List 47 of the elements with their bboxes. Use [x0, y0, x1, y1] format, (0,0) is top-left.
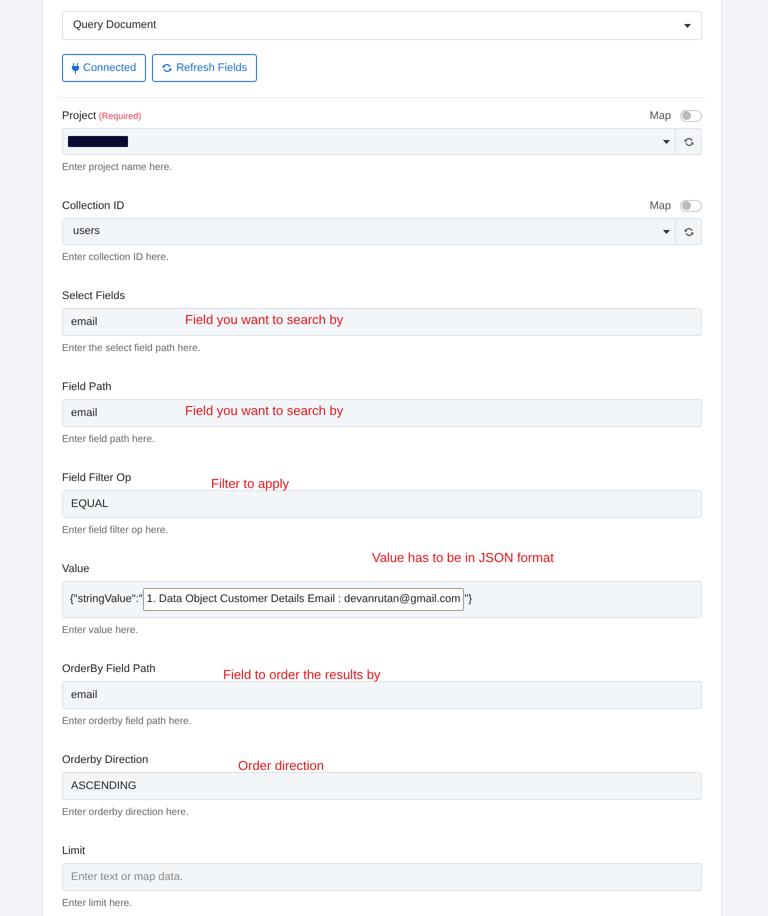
- help-text: Enter project name here.: [62, 161, 174, 175]
- annotation-text: Order direction: [238, 757, 324, 775]
- annotation-text: Filter to apply: [211, 475, 290, 493]
- text-field[interactable]: email: [62, 681, 702, 709]
- refresh-icon: [162, 63, 172, 73]
- refresh-icon: [684, 226, 694, 236]
- field-label: Select Fields: [62, 288, 125, 304]
- help-text: Enter the select field path here.: [62, 342, 202, 356]
- plug-icon: [72, 62, 79, 74]
- refresh-button[interactable]: [676, 218, 702, 245]
- text-field[interactable]: ASCENDING: [62, 772, 702, 800]
- annotation-text: Field you want to search by: [185, 311, 344, 329]
- map-label: Map: [650, 108, 671, 124]
- action-event-select[interactable]: Query Document: [62, 11, 702, 40]
- field-label: OrderBy Field Path: [62, 662, 156, 676]
- help-text: Enter orderby field path here.: [62, 715, 193, 729]
- map-toggle[interactable]: [680, 110, 702, 122]
- field-label: Orderby Direction: [62, 752, 148, 768]
- field-label: Collection ID: [62, 198, 124, 214]
- annotation-text: Field you want to search by: [185, 402, 344, 420]
- caret-icon: [684, 24, 691, 28]
- help-text: Enter collection ID here.: [62, 251, 170, 265]
- field-label: Field Path: [62, 380, 112, 394]
- help-text: Enter limit here.: [62, 897, 134, 911]
- help-text: Enter orderby direction here.: [62, 806, 190, 820]
- refresh-icon: [684, 136, 694, 146]
- help-text: Enter field filter op here.: [62, 524, 170, 538]
- map-toggle[interactable]: [680, 200, 702, 212]
- help-text: Enter value here.: [62, 624, 140, 638]
- caret-icon: [663, 230, 670, 234]
- field-label: Limit: [62, 844, 86, 858]
- map-label: Map: [650, 198, 671, 214]
- help-text: Enter field path here.: [62, 433, 156, 447]
- field-label: Field Filter Op: [62, 470, 132, 486]
- connected-button[interactable]: Connected: [62, 54, 146, 82]
- text-field[interactable]: EQUAL: [62, 490, 702, 518]
- field-label: Project (Required): [62, 108, 142, 124]
- select-field[interactable]: users: [62, 218, 676, 245]
- data-token[interactable]: 1. Data Object Customer Details Email : devanrutan@gmail.com: [142, 588, 464, 611]
- field-label: Value: [62, 562, 90, 576]
- refresh-fields-button[interactable]: Refresh Fields: [152, 54, 258, 82]
- annotation-text: Field to order the results by: [223, 666, 381, 684]
- caret-icon: [663, 140, 670, 144]
- refresh-button[interactable]: [676, 128, 702, 155]
- value-field[interactable]: {"stringValue":" 1. Data Object Customer Details Email : devanrutan@gmail.com "}: [62, 581, 702, 618]
- select-field[interactable]: [62, 128, 676, 155]
- annotation-text: Value has to be in JSON format: [372, 549, 554, 567]
